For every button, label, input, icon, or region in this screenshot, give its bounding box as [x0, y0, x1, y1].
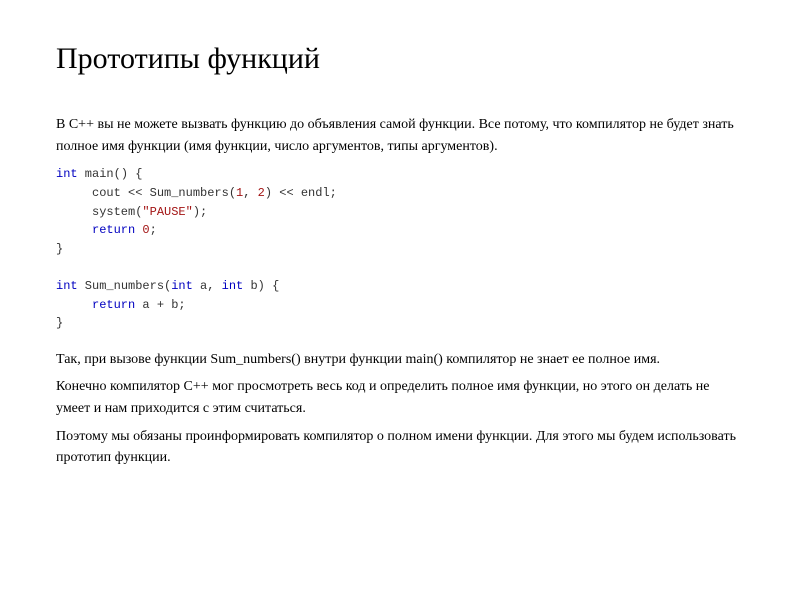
code-text: Sum_numbers(: [78, 279, 172, 293]
code-line: }: [56, 240, 744, 259]
explanation-paragraph-1: Так, при вызове функции Sum_numbers() вн…: [56, 349, 744, 371]
number-literal: 2: [258, 186, 265, 200]
intro-paragraph: В C++ вы не можете вызвать функцию до об…: [56, 114, 744, 157]
code-text: );: [193, 205, 207, 219]
code-text: }: [56, 242, 63, 256]
code-line: system("PAUSE");: [56, 203, 744, 222]
code-line: }: [56, 314, 744, 333]
code-text: system(: [56, 205, 142, 219]
code-text: ;: [150, 223, 157, 237]
string-literal: "PAUSE": [142, 205, 192, 219]
code-line: int main() {: [56, 165, 744, 184]
code-line: return 0;: [56, 221, 744, 240]
keyword-int: int: [171, 279, 193, 293]
keyword-return: return: [56, 223, 135, 237]
code-text: a,: [193, 279, 222, 293]
code-text: [56, 260, 63, 274]
code-text: main() {: [78, 167, 143, 181]
code-text: cout << Sum_numbers(: [56, 186, 236, 200]
code-line: [56, 258, 744, 277]
number-literal: 0: [135, 223, 149, 237]
code-text: ,: [243, 186, 257, 200]
keyword-int: int: [56, 279, 78, 293]
code-line: int Sum_numbers(int a, int b) {: [56, 277, 744, 296]
explanation-paragraph-2: Конечно компилятор C++ мог просмотреть в…: [56, 376, 744, 419]
explanation-paragraph-3: Поэтому мы обязаны проинформировать комп…: [56, 426, 744, 469]
slide-heading: Прототипы функций: [56, 42, 744, 76]
keyword-return: return: [56, 298, 135, 312]
code-text: b) {: [243, 279, 279, 293]
code-text: }: [56, 316, 63, 330]
keyword-int: int: [56, 167, 78, 181]
code-example: int main() { cout << Sum_numbers(1, 2) <…: [56, 165, 744, 332]
code-text: a + b;: [135, 298, 185, 312]
code-line: return a + b;: [56, 296, 744, 315]
keyword-int: int: [222, 279, 244, 293]
code-text: ) << endl;: [265, 186, 337, 200]
code-line: cout << Sum_numbers(1, 2) << endl;: [56, 184, 744, 203]
